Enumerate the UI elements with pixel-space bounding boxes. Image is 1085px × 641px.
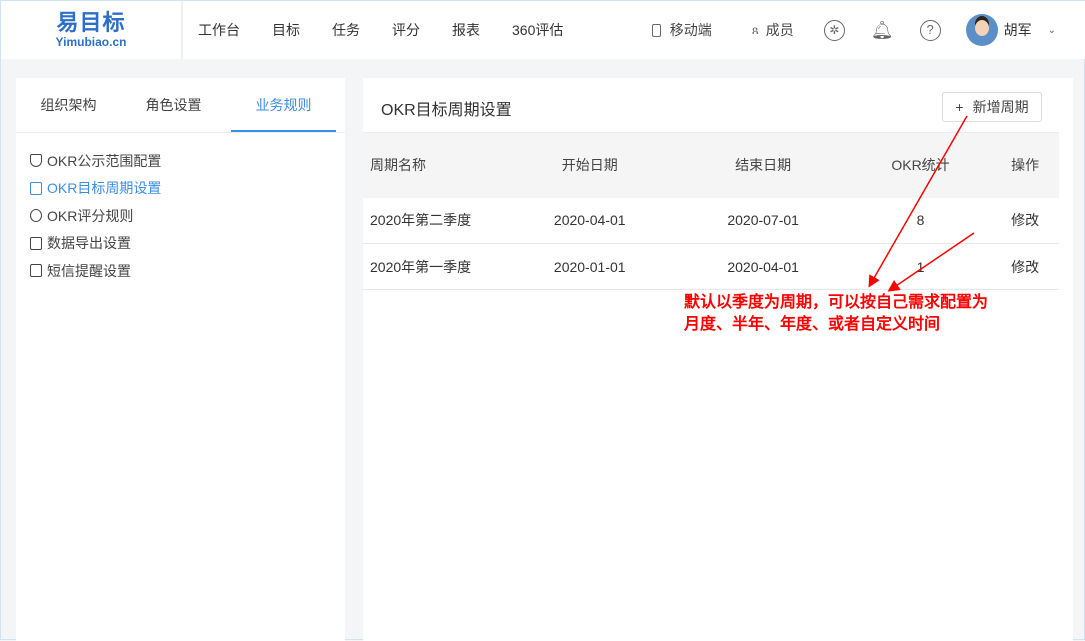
nav-tasks[interactable]: 任务 bbox=[332, 20, 360, 40]
col-start: 开始日期 bbox=[503, 132, 677, 198]
settings-sidebar: 组织架构 角色设置 业务规则 OKR公示范围配置 OKR目标周期设置 OKR评分… bbox=[16, 78, 345, 641]
start-date: 2020-01-01 bbox=[503, 243, 677, 290]
logo-text: 易目标 bbox=[56, 10, 126, 35]
okr-count: 8 bbox=[849, 197, 992, 244]
nav-reports[interactable]: 报表 bbox=[452, 20, 480, 40]
edit-link[interactable]: 修改 bbox=[991, 197, 1059, 244]
mobile-label: 移动端 bbox=[669, 22, 712, 38]
col-okr-count: OKR统计 bbox=[849, 132, 992, 198]
user-name[interactable]: 胡军 bbox=[1004, 20, 1032, 40]
col-name: 周期名称 bbox=[363, 132, 503, 198]
top-header: 易目标 Yimubiao.cn 工作台 目标 任务 评分 报表 360评估 移动… bbox=[1, 1, 1085, 59]
main-nav: 工作台 目标 任务 评分 报表 360评估 bbox=[198, 1, 595, 59]
period-name: 2020年第一季度 bbox=[363, 243, 503, 290]
col-end: 结束日期 bbox=[676, 132, 850, 198]
menu-label: 数据导出设置 bbox=[47, 235, 131, 252]
plus-icon: + bbox=[955, 99, 964, 115]
menu-data-export[interactable]: 数据导出设置 bbox=[30, 230, 345, 258]
menu-label: OKR评分规则 bbox=[47, 207, 134, 224]
menu-label: OKR目标周期设置 bbox=[47, 180, 162, 197]
aperture-icon[interactable]: ✲ bbox=[823, 19, 845, 41]
menu-okr-scoring[interactable]: OKR评分规则 bbox=[30, 202, 345, 230]
menu-okr-period[interactable]: OKR目标周期设置 bbox=[30, 175, 345, 203]
edit-link[interactable]: 修改 bbox=[991, 243, 1059, 290]
end-date: 2020-07-01 bbox=[676, 197, 850, 244]
start-date: 2020-04-01 bbox=[503, 197, 677, 244]
col-actions: 操作 bbox=[991, 132, 1059, 198]
tab-org[interactable]: 组织架构 bbox=[16, 78, 121, 132]
members-link[interactable]: ጸ 成员 bbox=[752, 20, 794, 40]
menu-label: 短信提醒设置 bbox=[47, 262, 131, 279]
nav-360[interactable]: 360评估 bbox=[512, 20, 563, 40]
calendar-icon bbox=[30, 181, 42, 195]
nav-objectives[interactable]: 目标 bbox=[272, 20, 300, 40]
avatar[interactable] bbox=[965, 14, 998, 46]
logo[interactable]: 易目标 Yimubiao.cn bbox=[1, 1, 183, 59]
period-table: 周期名称 开始日期 结束日期 OKR统计 操作 2020年第二季度 2020-0… bbox=[363, 132, 1059, 290]
menu-okr-visibility[interactable]: OKR公示范围配置 bbox=[30, 147, 345, 175]
period-settings-panel: OKR目标周期设置 + 新增周期 周期名称 开始日期 结束日期 OKR统计 操作 … bbox=[363, 78, 1073, 641]
users-icon: ጸ bbox=[751, 22, 759, 37]
chevron-down-icon[interactable]: ⌄ bbox=[1048, 25, 1056, 36]
bell-icon[interactable]: 🔔︎ bbox=[871, 20, 894, 41]
end-date: 2020-04-01 bbox=[676, 243, 850, 290]
phone-icon bbox=[651, 23, 661, 37]
document-icon bbox=[30, 264, 42, 278]
mobile-link[interactable]: 移动端 bbox=[651, 20, 712, 40]
annotation-note: 默认以季度为周期，可以按自己需求配置为 月度、半年、年度、或者自定义时间 bbox=[684, 292, 988, 336]
menu-sms-reminder[interactable]: 短信提醒设置 bbox=[30, 257, 345, 285]
table-row: 2020年第一季度 2020-01-01 2020-04-01 1 修改 bbox=[363, 243, 1059, 290]
members-label: 成员 bbox=[765, 22, 794, 38]
nav-workbench[interactable]: 工作台 bbox=[198, 20, 240, 40]
annotation-line: 月度、半年、年度、或者自定义时间 bbox=[684, 316, 941, 333]
help-icon[interactable]: ? bbox=[919, 19, 941, 41]
nav-scoring[interactable]: 评分 bbox=[392, 20, 420, 40]
page-title: OKR目标周期设置 bbox=[381, 102, 512, 119]
badge-icon bbox=[30, 209, 42, 223]
export-icon bbox=[30, 236, 42, 250]
period-name: 2020年第二季度 bbox=[363, 197, 503, 244]
shield-icon bbox=[30, 154, 42, 168]
add-period-label: 新增周期 bbox=[972, 99, 1029, 115]
tab-business-rules[interactable]: 业务规则 bbox=[231, 78, 336, 132]
tab-roles[interactable]: 角色设置 bbox=[121, 78, 226, 132]
menu-label: OKR公示范围配置 bbox=[47, 152, 162, 169]
logo-subtext: Yimubiao.cn bbox=[55, 35, 127, 49]
annotation-line: 默认以季度为周期，可以按自己需求配置为 bbox=[684, 294, 989, 311]
okr-count: 1 bbox=[849, 243, 992, 290]
table-row: 2020年第二季度 2020-04-01 2020-07-01 8 修改 bbox=[363, 197, 1059, 244]
add-period-button[interactable]: + 新增周期 bbox=[942, 92, 1042, 122]
